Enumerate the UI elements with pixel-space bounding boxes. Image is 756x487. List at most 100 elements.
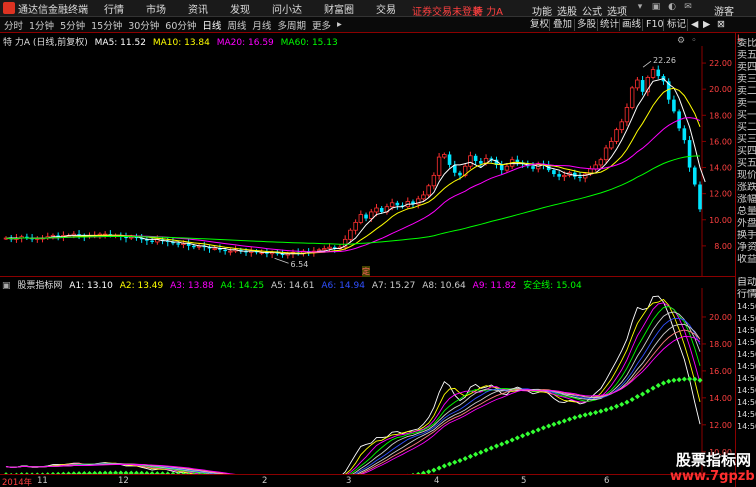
panel-item[interactable]: 外盘 [737,218,756,230]
auto-label[interactable]: 自动 [737,277,756,289]
candle-body [327,246,332,249]
candle-body [635,79,640,89]
price-tick-label: 12.00 [709,190,732,199]
biaoji-button[interactable]: 标记 [667,17,686,33]
period-15min[interactable]: 15分钟 [91,18,122,32]
panel-item[interactable]: 涨跌 [737,182,756,194]
safety-line-point [676,377,682,383]
period-weekly[interactable]: 周线 [227,18,246,32]
candle-body [598,159,604,166]
candle-body [228,250,233,253]
date-label: 5 [521,476,527,486]
f10-button[interactable]: F10 [646,17,664,33]
candle-body [426,185,431,196]
menu-toggle-icon[interactable]: ▾ [635,2,645,12]
panel-item[interactable]: 总量 [737,206,756,218]
period-5min[interactable]: 5分钟 [60,18,85,32]
tongji-button[interactable]: 统计 [600,17,619,33]
menu-zixun[interactable]: 资讯 [188,1,208,16]
duogu-button[interactable]: 多股 [577,17,596,33]
price-tick-label: 18.00 [709,111,732,120]
panel-item[interactable]: 卖二 [737,86,756,98]
expand-icon[interactable]: ⊠ [717,17,725,33]
more-dropdown-icon[interactable]: ▸ [337,19,342,30]
period-daily[interactable]: 日线 [202,18,221,32]
menu-xuangu[interactable]: 选股 [557,3,577,18]
period-1min[interactable]: 1分钟 [29,18,54,32]
panel-item[interactable]: 买三 [737,134,756,146]
menu-gongshi[interactable]: 公式 [582,3,602,18]
safety-line-point [556,420,562,426]
indicator-line-a8 [5,329,701,474]
message-icon[interactable]: ✉ [683,2,693,12]
market-label[interactable]: 行情 [737,289,756,301]
period-30min[interactable]: 30分钟 [128,18,159,32]
panel-item[interactable]: 买二 [737,122,756,134]
app-name: 通达信金融终端 [18,4,88,16]
panel-item[interactable]: 委比 [737,38,756,50]
period-more[interactable]: 更多 [312,18,331,32]
panel-item[interactable]: 卖三 [737,74,756,86]
candle-body [150,240,154,242]
panel-item[interactable]: 卖四 [737,62,756,74]
menu-shichang[interactable]: 市场 [146,1,166,16]
panel-item[interactable]: 换手 [737,230,756,242]
candle-body [421,194,426,200]
candle-body [442,154,447,158]
chart-mode-icon[interactable]: ▣ [651,2,661,12]
back-button[interactable]: ◀ [691,17,698,33]
panel-item[interactable]: 净资 [737,242,756,254]
safety-line-point [577,413,583,419]
candle-body [348,229,353,240]
safety-line-point [613,403,620,409]
safety-line-point [504,439,510,445]
candle-body [640,80,645,92]
safety-line-point [666,378,672,384]
menu-caifuquan[interactable]: 财富圈 [324,1,354,16]
login-status[interactable]: 证券交易未登录 [412,3,482,18]
panel-item[interactable]: 买五 [737,158,756,170]
diejia-button[interactable]: 叠加 [553,17,572,33]
period-fenshi[interactable]: 分时 [4,18,23,32]
candlestick-chart[interactable]: 22.00 20.00 18.00 16.00 14.00 12.00 10.00 8.00 2… [0,46,735,276]
menu-xuanxiang[interactable]: 选项 [607,3,627,18]
sub-tick-label: 12.00 [709,421,732,430]
panel-item[interactable]: 买四 [737,146,756,158]
period-monthly[interactable]: 月线 [252,18,271,32]
fuquan-button[interactable]: 复权 [530,17,549,33]
candle-body [458,172,462,176]
panel-item[interactable]: 买一 [737,110,756,122]
panel-item[interactable]: 涨幅 [737,194,756,206]
safety-line-point [567,416,573,422]
forward-button[interactable]: ▶ [703,17,710,33]
panel-item[interactable]: 卖一 [737,98,756,110]
menu-youke[interactable]: 游客 [714,3,734,18]
menu-jiaoyi[interactable]: 交易 [376,1,396,16]
panel-item[interactable]: 现价 [737,170,756,182]
settings-gear-icon[interactable]: ⚙ [676,36,686,46]
safety-line-point [483,447,489,453]
huaxian-button[interactable]: 画线 [622,17,641,33]
time-label: 14:50 [737,386,756,395]
safety-line-point [603,407,609,413]
menu-faxian[interactable]: 发现 [230,1,250,16]
sub-tick-label: 16.00 [709,367,732,376]
menu-wenxiaoda[interactable]: 问小达 [272,1,302,16]
panel-item[interactable]: 卖五 [737,50,756,62]
menu-hangqing[interactable]: 行情 [104,1,124,16]
close-panel-icon[interactable]: ◦ [689,36,699,46]
skin-icon[interactable]: ◐ [667,2,677,12]
menu-gongneng[interactable]: 功能 [532,3,552,18]
period-60min[interactable]: 60分钟 [165,18,196,32]
safety-line-point [530,429,536,435]
safety-line-point [546,423,552,429]
safety-line-point [514,435,520,441]
indicator-chart[interactable]: 20.0018.0016.0014.0012.0010.00 [0,288,735,474]
indicator-line-a4 [5,306,701,474]
candle-body [650,69,656,78]
period-multi[interactable]: 多周期 [277,18,306,32]
panel-item[interactable]: 收益 [737,254,756,266]
toolbar-divider [597,19,598,31]
candle-body [682,128,687,141]
safety-line-point [650,385,656,391]
